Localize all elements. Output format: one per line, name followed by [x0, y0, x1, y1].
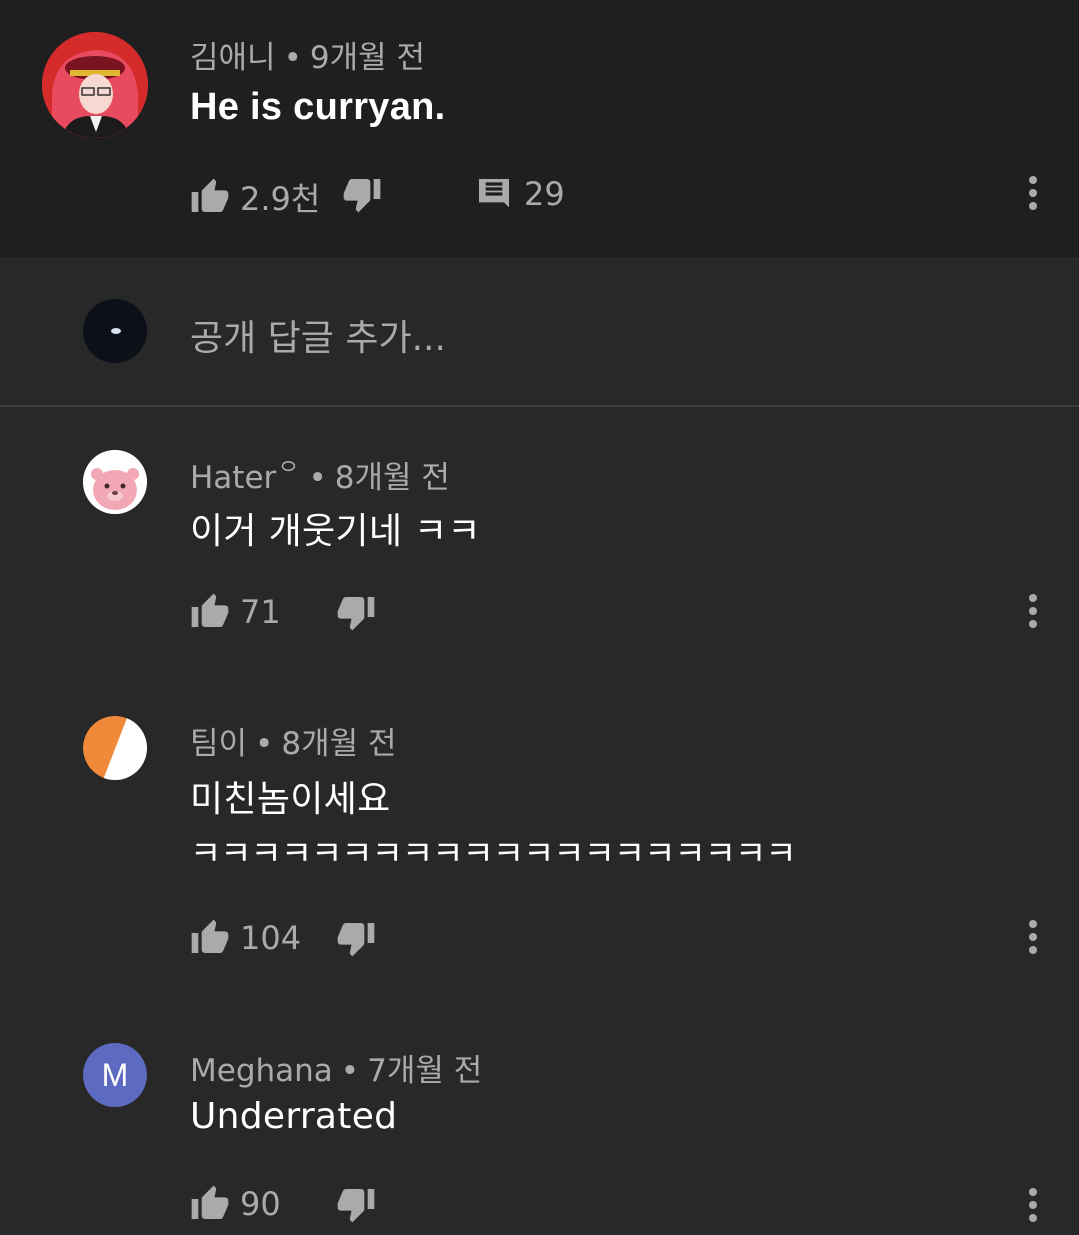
- comment-text: 미친놈이세요: [190, 779, 391, 820]
- comment-author[interactable]: 팀이: [190, 726, 247, 762]
- more-vert-icon[interactable]: [1028, 1188, 1038, 1224]
- reply-input[interactable]: 공개 답글 추가...: [190, 309, 446, 361]
- thumb-down-icon: [337, 1189, 375, 1223]
- thumb-down-icon: [337, 597, 375, 631]
- reply-input-bar: 공개 답글 추가...: [0, 257, 1079, 407]
- more-vert-icon[interactable]: [1028, 920, 1038, 956]
- like-button[interactable]: 104: [190, 918, 301, 958]
- parent-comment: 김애니 • 9개월 전 He is curryan. 2.9천 29: [0, 0, 1079, 257]
- thumb-up-icon: [191, 1185, 229, 1219]
- more-vert-icon[interactable]: [1028, 176, 1038, 212]
- avatar: [83, 299, 147, 363]
- comment-meta: Hater꒪ • 8개월 전: [190, 452, 450, 497]
- thumb-up-icon: [191, 593, 229, 627]
- comment-actions: 71: [190, 592, 1070, 632]
- like-button[interactable]: 2.9천: [190, 174, 320, 220]
- dislike-button[interactable]: [336, 1184, 376, 1224]
- comment-time[interactable]: 8개월 전: [281, 726, 396, 762]
- thumb-down-icon: [343, 179, 381, 213]
- comment-actions: 90: [190, 1184, 1070, 1224]
- avatar-letter: M: [101, 1056, 129, 1093]
- comment-author[interactable]: Hater꒪: [190, 460, 301, 496]
- comment-icon: [479, 179, 509, 208]
- comment-text: Underrated: [190, 1096, 398, 1137]
- comment-text: He is curryan.: [190, 86, 446, 128]
- dislike-button[interactable]: [342, 174, 382, 214]
- comment-author[interactable]: 김애니: [190, 40, 276, 76]
- comment-text-line2: ㅋㅋㅋㅋㅋㅋㅋㅋㅋㅋㅋㅋㅋㅋㅋㅋㅋㅋㅋㅋ: [190, 834, 797, 874]
- more-vert-icon[interactable]: [1028, 594, 1038, 630]
- like-count: 90: [240, 1185, 281, 1223]
- like-button[interactable]: 90: [190, 1184, 281, 1224]
- avatar[interactable]: [83, 716, 147, 780]
- comment-meta: 팀이 • 8개월 전: [190, 718, 396, 763]
- comment-actions: 104: [190, 918, 1070, 958]
- comment-text: 이거 개웃기네 ㅋㅋ: [190, 511, 481, 552]
- reply-button[interactable]: 29: [474, 174, 565, 214]
- comment-time[interactable]: 7개월 전: [367, 1053, 482, 1089]
- like-count: 2.9천: [240, 180, 321, 218]
- comment-author[interactable]: Meghana: [190, 1053, 333, 1089]
- avatar[interactable]: M: [83, 1043, 147, 1107]
- comment-meta: Meghana • 7개월 전: [190, 1045, 482, 1090]
- like-button[interactable]: 71: [190, 592, 281, 632]
- avatar[interactable]: [42, 32, 148, 138]
- avatar[interactable]: [83, 450, 147, 514]
- meta-separator: •: [308, 460, 327, 496]
- dislike-button[interactable]: [336, 592, 376, 632]
- thumb-down-icon: [337, 923, 375, 957]
- like-count: 71: [240, 593, 281, 631]
- reply-count: 29: [524, 175, 565, 213]
- comment-actions: 2.9천 29: [190, 174, 1070, 218]
- meta-separator: •: [255, 726, 274, 762]
- meta-separator: •: [283, 40, 302, 76]
- comment-meta: 김애니 • 9개월 전: [190, 32, 425, 77]
- like-count: 104: [240, 919, 302, 957]
- thumb-up-icon: [191, 919, 229, 953]
- dislike-button[interactable]: [336, 918, 376, 958]
- meta-separator: •: [340, 1053, 360, 1089]
- comment-time[interactable]: 9개월 전: [310, 40, 425, 76]
- thumb-up-icon: [191, 178, 229, 212]
- comment-time[interactable]: 8개월 전: [335, 460, 450, 496]
